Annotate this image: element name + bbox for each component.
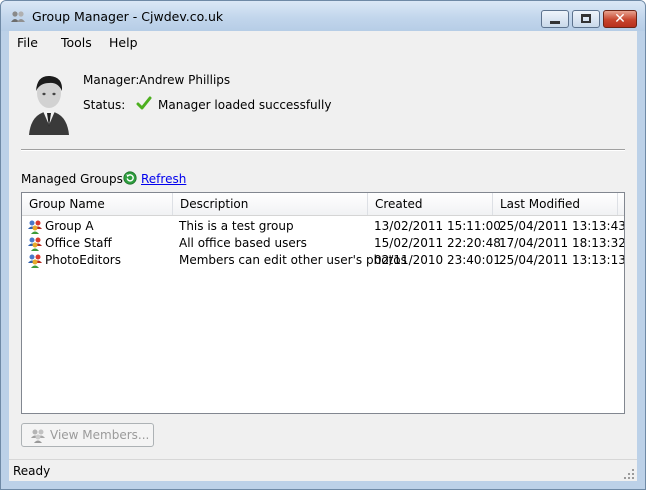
client-area: File Tools Help Manager: Andrew Phillips…: [9, 31, 637, 481]
close-button[interactable]: ✕: [603, 10, 637, 28]
table-row[interactable]: Office Staff All office based users 15/0…: [22, 235, 624, 252]
status-bar-text: Ready: [13, 464, 51, 478]
cell-last-modified: 17/04/2011 18:13:32: [499, 236, 625, 250]
group-icon: [28, 220, 42, 234]
managed-groups-label: Managed Groups: [21, 172, 123, 186]
cell-group-name: Office Staff: [45, 236, 112, 250]
status-label: Status:: [83, 98, 126, 112]
table-row[interactable]: PhotoEditors Members can edit other user…: [22, 252, 624, 269]
minimize-button[interactable]: [541, 10, 569, 28]
resize-grip-icon[interactable]: [623, 468, 635, 480]
cell-created: 13/02/2011 15:11:00: [374, 219, 501, 233]
window-title: Group Manager - Cjwdev.co.uk: [32, 9, 224, 24]
separator-line: [21, 149, 625, 151]
menu-help[interactable]: Help: [109, 35, 138, 50]
manager-avatar: [29, 75, 69, 135]
refresh-icon[interactable]: [123, 171, 137, 185]
maximize-icon: [581, 14, 591, 23]
view-members-label: View Members...: [50, 428, 150, 442]
groups-listview[interactable]: Group Name Description Created Last Modi…: [21, 192, 625, 414]
cell-group-name: PhotoEditors: [45, 253, 121, 267]
cell-created: 02/11/2010 23:40:01: [374, 253, 501, 267]
manager-label: Manager:: [83, 73, 140, 87]
menu-file[interactable]: File: [17, 35, 38, 50]
status-bar: Ready: [9, 459, 637, 481]
refresh-link[interactable]: Refresh: [141, 172, 186, 186]
cell-description: All office based users: [179, 236, 307, 250]
group-icon: [31, 429, 45, 443]
cell-last-modified: 25/04/2011 13:13:13: [499, 253, 625, 267]
cell-last-modified: 25/04/2011 13:13:43: [499, 219, 625, 233]
table-row[interactable]: Group A This is a test group 13/02/2011 …: [22, 218, 624, 235]
cell-created: 15/02/2011 22:20:48: [374, 236, 501, 250]
group-icon: [28, 254, 42, 268]
maximize-button[interactable]: [572, 10, 600, 28]
column-header-group-name[interactable]: Group Name: [22, 193, 173, 215]
close-icon: ✕: [614, 11, 626, 27]
cell-group-name: Group A: [45, 219, 94, 233]
listview-header: Group Name Description Created Last Modi…: [22, 193, 624, 216]
manager-name: Andrew Phillips: [139, 73, 231, 87]
check-icon: [136, 96, 152, 110]
cell-description: This is a test group: [179, 219, 294, 233]
minimize-icon: [550, 21, 560, 24]
status-text: Manager loaded successfully: [158, 98, 332, 112]
app-window: Group Manager - Cjwdev.co.uk ✕ File Tool…: [0, 0, 646, 490]
title-bar[interactable]: Group Manager - Cjwdev.co.uk ✕: [1, 1, 645, 31]
view-members-button[interactable]: View Members...: [21, 423, 154, 447]
cell-description: Members can edit other user's photos: [179, 253, 407, 267]
group-manager-app-icon: [11, 11, 25, 22]
group-icon: [28, 237, 42, 251]
menu-tools[interactable]: Tools: [61, 35, 92, 50]
column-header-last-modified[interactable]: Last Modified: [493, 193, 618, 215]
column-header-created[interactable]: Created: [368, 193, 493, 215]
column-header-description[interactable]: Description: [173, 193, 368, 215]
menu-bar: File Tools Help: [9, 31, 637, 53]
